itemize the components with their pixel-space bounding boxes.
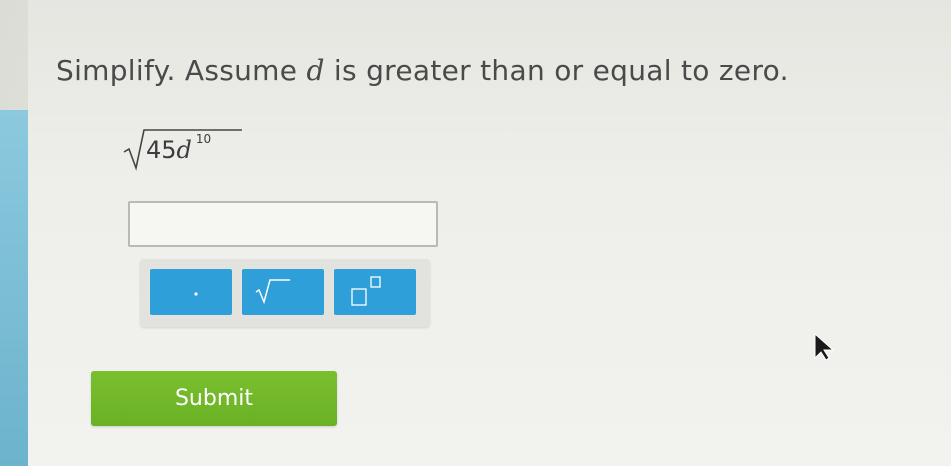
- math-toolbar: [140, 259, 430, 327]
- submit-button[interactable]: Submit: [91, 371, 337, 426]
- square-root-icon: [255, 279, 290, 305]
- exponent-button[interactable]: [334, 269, 416, 315]
- math-expression: 45d 10: [122, 122, 262, 172]
- question-variable: d: [306, 54, 325, 87]
- square-root-button[interactable]: [242, 269, 324, 315]
- mouse-pointer-icon: [814, 332, 835, 361]
- radicand: 45d 10: [146, 132, 211, 164]
- question-prefix: Simplify. Assume: [56, 54, 307, 87]
- multiply-dot-icon: [194, 292, 198, 296]
- radicand-variable: d: [176, 136, 192, 164]
- exponent-icon: [351, 276, 381, 306]
- question-suffix: is greater than or equal to zero.: [324, 54, 789, 87]
- radicand-coefficient: 45: [146, 136, 177, 164]
- answer-input[interactable]: [128, 201, 438, 247]
- radicand-exponent: 10: [195, 132, 212, 146]
- question-text: Simplify. Assume d is greater than or eq…: [56, 54, 789, 87]
- multiply-dot-button[interactable]: [150, 269, 232, 315]
